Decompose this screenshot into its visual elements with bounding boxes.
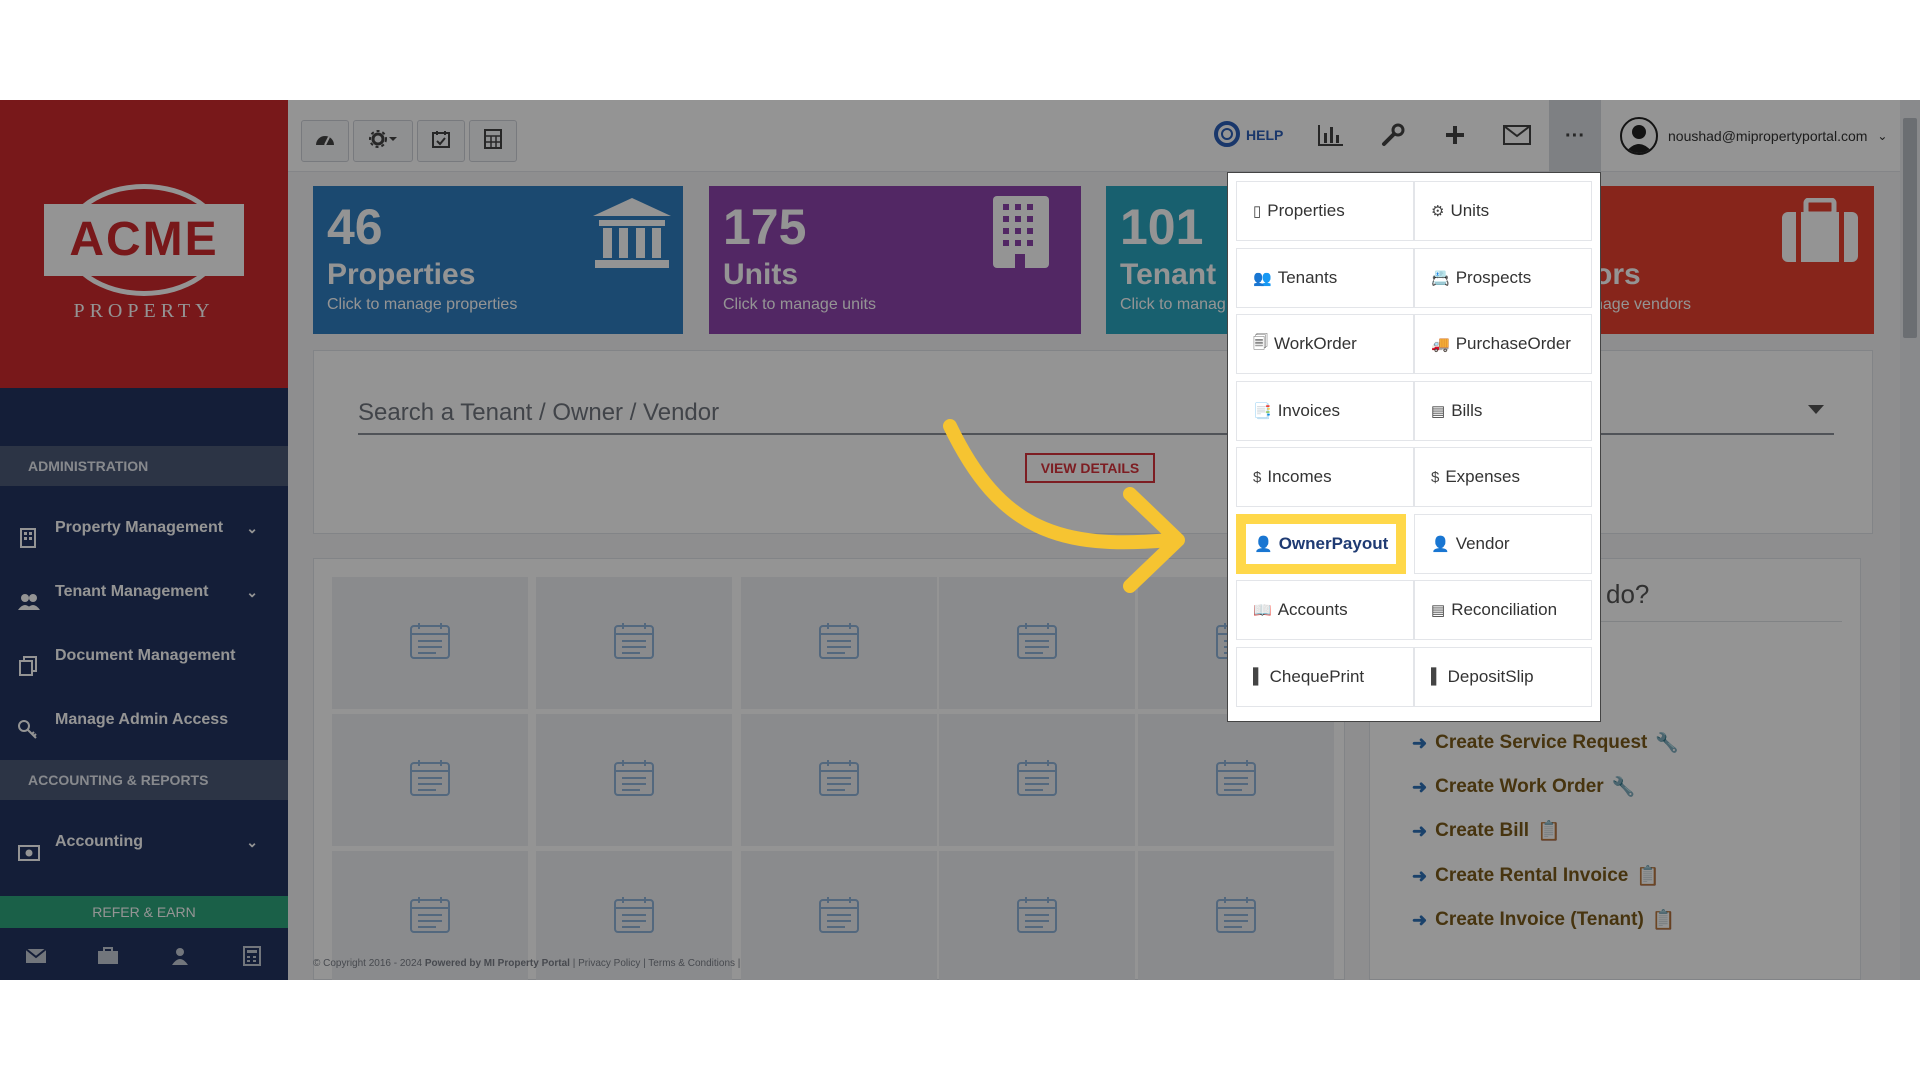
menu-item-label: OwnerPayout	[1278, 533, 1389, 553]
chequeprint-icon: ▌	[1253, 668, 1264, 685]
menu-item-bills[interactable]: ▤ Bills	[1414, 380, 1592, 441]
invoices-icon: 📑	[1253, 402, 1272, 420]
properties-icon: ▯	[1253, 203, 1262, 220]
reconciliation-icon: ▤	[1431, 602, 1446, 619]
more-dropdown-menu: ▯ Properties ⚙ Units 👥 Tenants 📇 Prospects 🗐 Work…	[1227, 172, 1601, 722]
workorder-icon: 🗐	[1253, 333, 1268, 351]
menu-item-invoices[interactable]: 📑 Invoices	[1236, 380, 1414, 441]
menu-item-properties[interactable]: ▯ Properties	[1236, 181, 1414, 241]
menu-item-prospects[interactable]: 📇 Prospects	[1414, 247, 1592, 308]
menu-item-label: DepositSlip	[1447, 666, 1534, 686]
menu-item-label: Units	[1450, 201, 1490, 220]
menu-item-label: PurchaseOrder	[1455, 334, 1571, 353]
menu-item-label: Accounts	[1277, 600, 1348, 619]
expenses-icon: $	[1431, 468, 1440, 486]
menu-item-label: Tenants	[1277, 267, 1338, 287]
menu-item-workorder[interactable]: 🗐 WorkOrder	[1236, 314, 1414, 374]
purchaseorder-icon: 🚚	[1431, 336, 1450, 353]
menu-item-depositslip[interactable]: ▌ DepositSlip	[1414, 646, 1592, 707]
vendor-icon: 👤	[1431, 535, 1450, 553]
units-icon: ⚙	[1431, 203, 1445, 220]
menu-item-vendor[interactable]: 👤 Vendor	[1414, 513, 1592, 574]
menu-item-accounts[interactable]: 📖 Accounts	[1236, 580, 1414, 640]
menu-item-label: Invoices	[1277, 400, 1341, 420]
tenants-icon: 👥	[1253, 269, 1272, 287]
menu-item-label: Properties	[1267, 201, 1345, 220]
incomes-icon: $	[1253, 468, 1262, 486]
app-frame: ACME PROPERTY ADMINISTRATION Property Ma…	[0, 100, 1920, 980]
menu-item-label: Bills	[1451, 400, 1483, 420]
menu-item-chequeprint[interactable]: ▌ ChequePrint	[1236, 646, 1414, 707]
accounts-icon: 📖	[1253, 602, 1272, 619]
tutorial-dim-overlay	[0, 100, 1920, 980]
menu-item-label: Vendor	[1455, 533, 1510, 553]
menu-item-ownerpayout[interactable]: 👤 OwnerPayout	[1236, 513, 1406, 574]
menu-item-reconciliation[interactable]: ▤ Reconciliation	[1414, 580, 1592, 640]
menu-item-tenants[interactable]: 👥 Tenants	[1236, 247, 1414, 308]
menu-item-purchaseorder[interactable]: 🚚 PurchaseOrder	[1414, 314, 1592, 374]
ownerpayout-icon: 👤	[1254, 535, 1273, 553]
prospects-icon: 📇	[1431, 269, 1450, 287]
menu-item-label: Incomes	[1267, 467, 1332, 486]
menu-item-label: Prospects	[1455, 267, 1532, 287]
menu-item-expenses[interactable]: $ Expenses	[1414, 447, 1592, 507]
menu-item-label: Reconciliation	[1451, 600, 1558, 619]
menu-item-label: Expenses	[1445, 467, 1521, 486]
menu-item-label: WorkOrder	[1274, 334, 1357, 353]
depositslip-icon: ▌	[1431, 668, 1442, 685]
bills-icon: ▤	[1431, 402, 1446, 420]
menu-item-incomes[interactable]: $ Incomes	[1236, 447, 1414, 507]
menu-item-label: ChequePrint	[1269, 666, 1365, 686]
menu-item-units[interactable]: ⚙ Units	[1414, 181, 1592, 241]
